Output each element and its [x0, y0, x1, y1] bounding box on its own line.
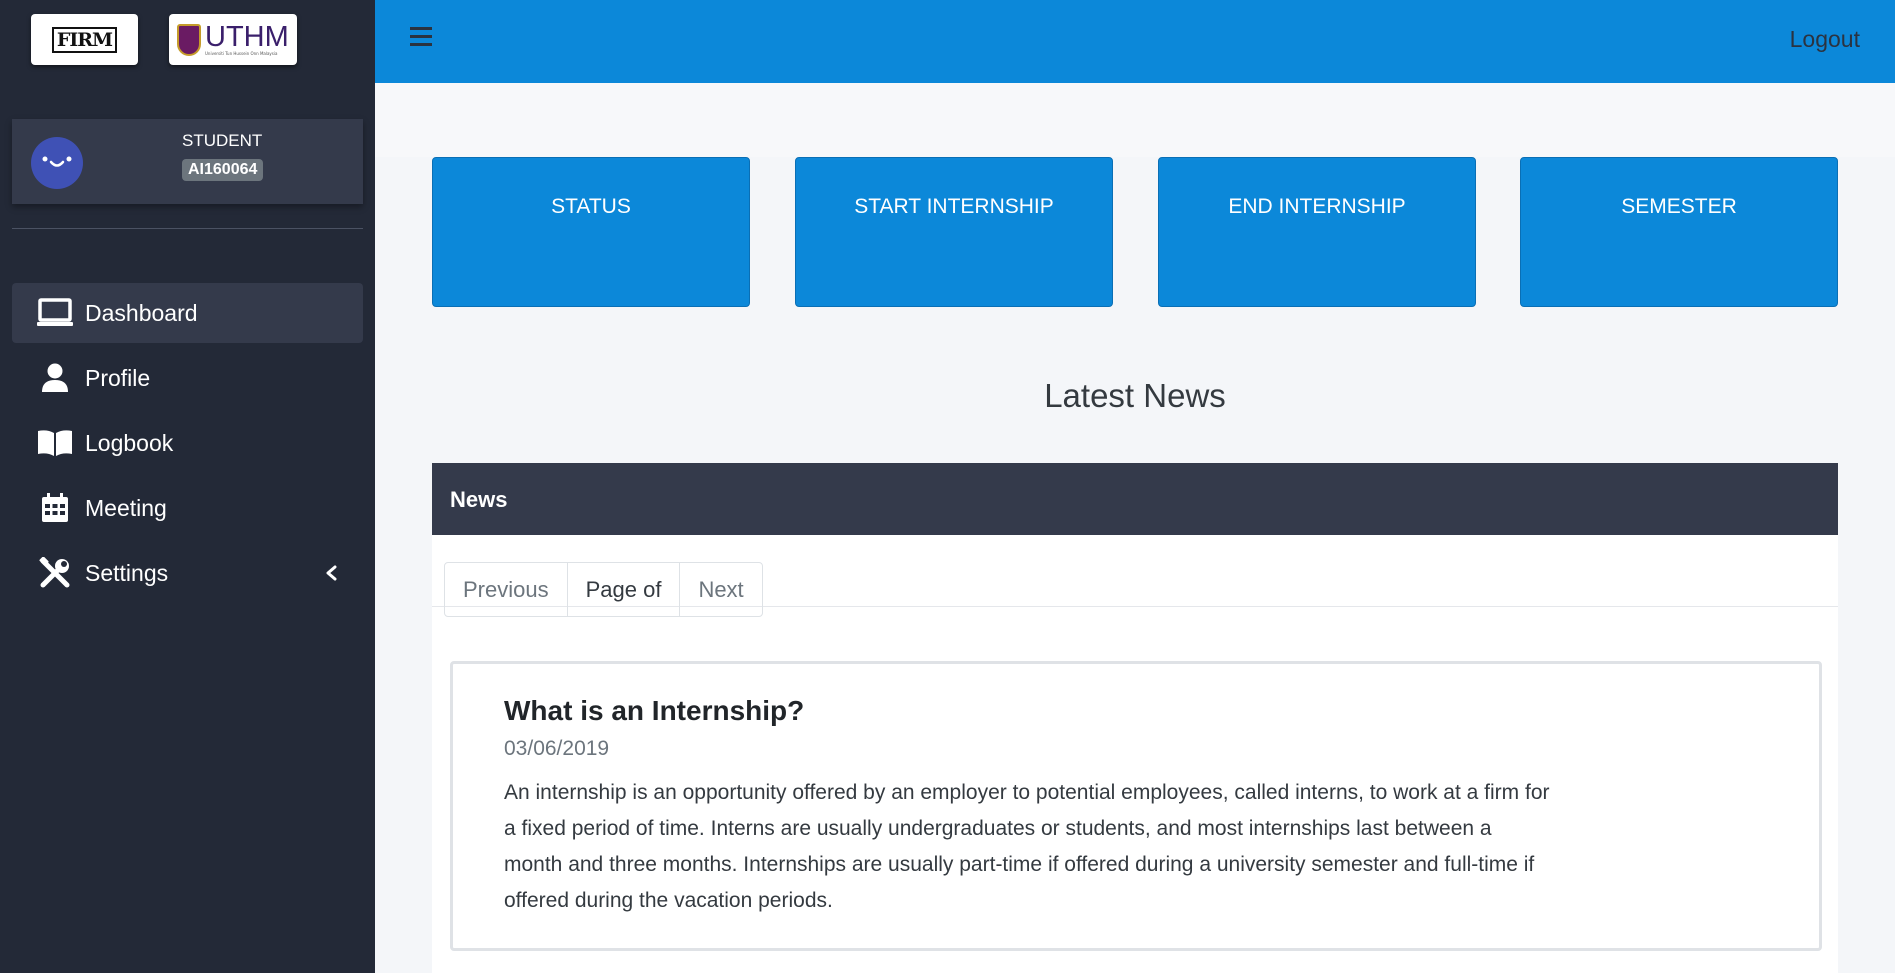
- logout-link[interactable]: Logout: [1790, 26, 1860, 53]
- news-date: 03/06/2019: [504, 737, 610, 760]
- laptop-icon: [37, 297, 73, 329]
- news-card: News Previous Page of Next What is an In…: [432, 463, 1838, 973]
- sidebar-item-label: Settings: [85, 559, 169, 586]
- uthm-logo-subtext: Universiti Tun Hussein Onn Malaysia: [205, 51, 278, 56]
- news-card-title: News: [450, 487, 508, 512]
- pagination-row: Previous Page of Next: [432, 535, 1838, 617]
- latest-news-heading: Latest News: [1044, 377, 1226, 414]
- user-panel: STUDENT AI160064: [12, 119, 363, 204]
- avatar[interactable]: [31, 137, 83, 189]
- sidebar-item-label: Meeting: [85, 494, 167, 521]
- news-item: What is an Internship? 03/06/2019 An int…: [450, 661, 1822, 951]
- news-title[interactable]: What is an Internship?: [504, 695, 1768, 727]
- book-icon: [37, 427, 73, 459]
- uthm-logo-text: UTHM: [205, 21, 289, 53]
- semester-tile[interactable]: SEMESTER: [1520, 157, 1838, 307]
- sidebar-item-label: Logbook: [85, 429, 174, 456]
- start-internship-tile[interactable]: START INTERNSHIP: [795, 157, 1113, 307]
- news-card-header: News: [432, 463, 1838, 535]
- chevron-left-icon[interactable]: [321, 563, 341, 583]
- content-header: [375, 83, 1895, 157]
- firm-logo-text: FIRM: [51, 26, 118, 53]
- sidebar-item-meeting[interactable]: Meeting: [12, 478, 363, 538]
- smile-icon: [42, 156, 72, 167]
- sidebar-item-dashboard[interactable]: Dashboard: [12, 283, 363, 343]
- sidebar-nav: Dashboard Profile Logbook Meeting Settin…: [12, 283, 363, 608]
- tile-label: START INTERNSHIP: [854, 195, 1054, 218]
- user-role: STUDENT: [182, 131, 263, 150]
- brand-area: FIRM UTHM Universiti Tun Hussein Onn Mal…: [0, 0, 375, 80]
- uthm-logo[interactable]: UTHM Universiti Tun Hussein Onn Malaysia: [169, 14, 297, 65]
- sidebar: FIRM UTHM Universiti Tun Hussein Onn Mal…: [0, 0, 375, 973]
- sidebar-divider: [12, 228, 363, 229]
- user-icon: [37, 362, 73, 394]
- firm-logo[interactable]: FIRM: [31, 14, 138, 65]
- student-id-badge: AI160064: [182, 159, 264, 181]
- top-navbar: Logout: [375, 0, 1895, 83]
- sidebar-item-label: Profile: [85, 364, 151, 391]
- sidebar-item-profile[interactable]: Profile: [12, 348, 363, 408]
- next-page-button[interactable]: Next: [680, 563, 761, 616]
- previous-page-button[interactable]: Previous: [445, 563, 568, 616]
- tile-label: SEMESTER: [1621, 195, 1737, 218]
- hamburger-menu-icon[interactable]: [410, 27, 432, 49]
- tools-icon: [37, 557, 73, 589]
- news-body: An internship is an opportunity offered …: [504, 781, 1550, 912]
- calendar-icon: [37, 492, 73, 524]
- sidebar-item-label: Dashboard: [85, 299, 198, 326]
- end-internship-tile[interactable]: END INTERNSHIP: [1158, 157, 1476, 307]
- pagination: Previous Page of Next: [444, 562, 763, 617]
- uthm-crest-icon: [177, 23, 201, 56]
- page-indicator: Page of: [568, 563, 681, 616]
- status-tile[interactable]: STATUS: [432, 157, 750, 307]
- sidebar-item-settings[interactable]: Settings: [12, 543, 363, 603]
- tile-label: STATUS: [551, 195, 631, 218]
- sidebar-item-logbook[interactable]: Logbook: [12, 413, 363, 473]
- tile-label: END INTERNSHIP: [1228, 195, 1406, 218]
